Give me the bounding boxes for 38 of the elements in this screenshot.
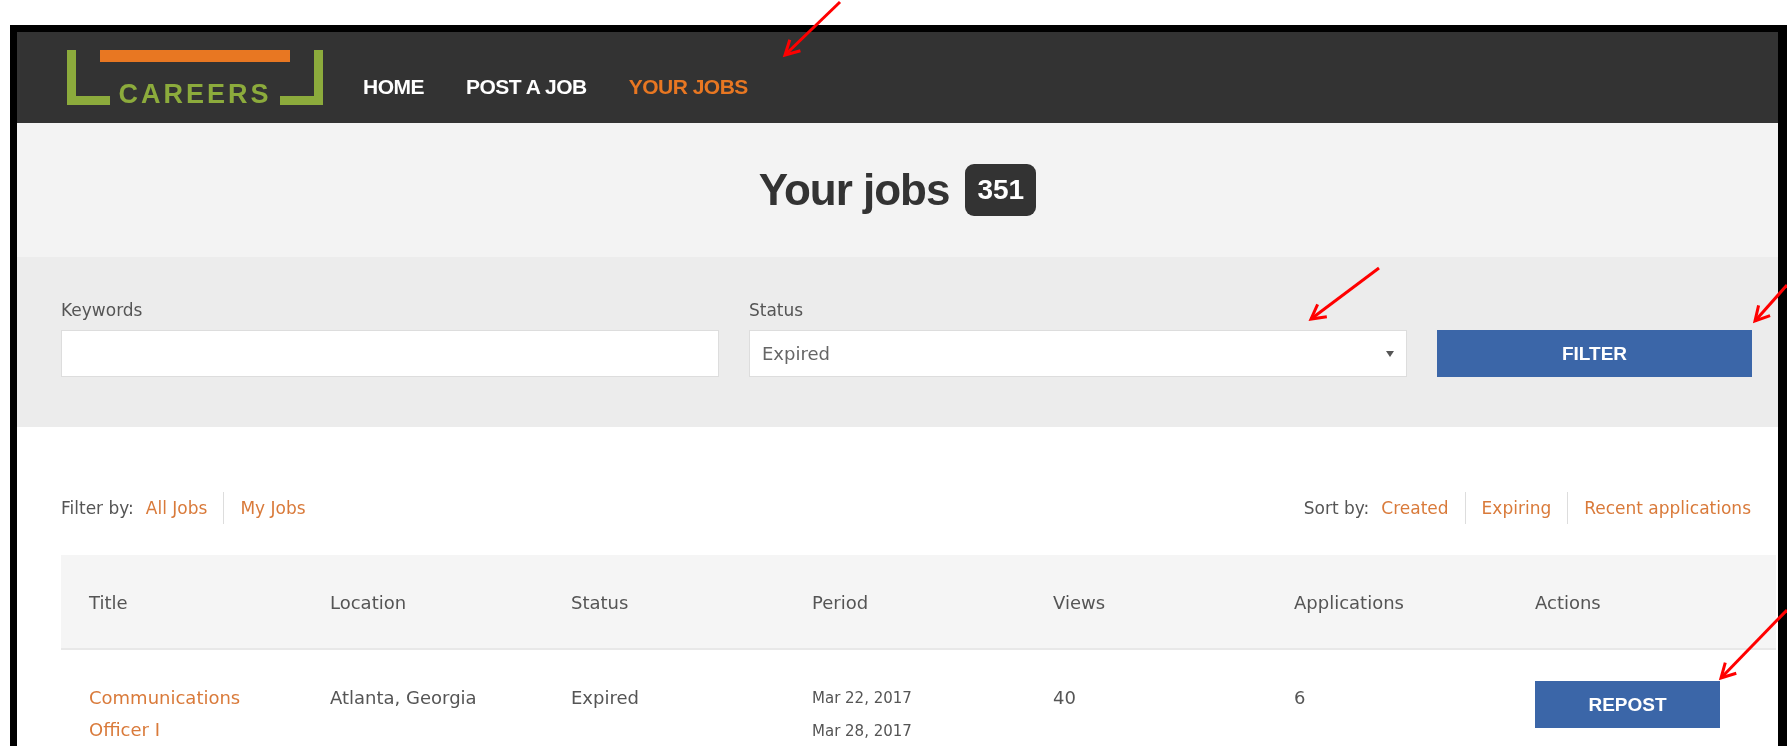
filter-by-label: Filter by: xyxy=(61,498,134,518)
annotation-arrow-icon xyxy=(1755,285,1787,321)
sort-link[interactable]: Expiring xyxy=(1464,492,1568,524)
nav-link[interactable]: YOUR JOBS xyxy=(628,75,748,99)
annotation-arrow-icon xyxy=(1721,610,1787,678)
page-title: Your jobs xyxy=(758,165,950,215)
column-header: Period xyxy=(812,592,870,613)
period-date: Mar 22, 2017 xyxy=(812,688,913,709)
column-header: Location xyxy=(330,592,408,613)
column-header: Actions xyxy=(1535,592,1602,613)
sort-by-label: Sort by: xyxy=(1303,498,1370,518)
column-header: Applications xyxy=(1294,592,1405,613)
sort-link[interactable]: Created xyxy=(1381,492,1465,524)
table-cell-text: Expired xyxy=(571,686,640,710)
table-cell-text: 40 xyxy=(1053,686,1077,710)
job-count-badge: 351 xyxy=(965,164,1037,216)
filter-button[interactable]: FILTER xyxy=(1437,330,1752,377)
job-title-link[interactable]: Communications Officer I xyxy=(89,650,289,746)
filter-link[interactable]: All Jobs xyxy=(145,492,224,524)
keywords-field[interactable] xyxy=(61,330,719,377)
careers-logo[interactable]: CAREERS xyxy=(67,50,323,105)
repost-button[interactable]: REPOST xyxy=(1535,681,1720,728)
table-cell-text: 6 xyxy=(1294,686,1307,710)
column-header: Views xyxy=(1053,592,1107,613)
column-header: Title xyxy=(89,592,129,613)
column-header: Status xyxy=(571,592,630,613)
annotation-arrow-icon xyxy=(785,2,840,55)
field-label: Status xyxy=(749,300,805,320)
table-cell-text: Atlanta, Georgia xyxy=(330,686,478,710)
annotation-arrow-icon xyxy=(1311,268,1379,319)
status-dropdown[interactable]: Expired xyxy=(749,330,1407,377)
nav-link[interactable]: POST A JOB xyxy=(466,75,587,99)
sort-link[interactable]: Recent applications xyxy=(1567,492,1751,524)
filter-link[interactable]: My Jobs xyxy=(223,492,322,524)
nav-link[interactable]: HOME xyxy=(363,75,424,99)
period-date: Mar 28, 2017 xyxy=(812,721,913,742)
field-label: Keywords xyxy=(61,300,144,320)
caret-icon xyxy=(1386,350,1394,357)
